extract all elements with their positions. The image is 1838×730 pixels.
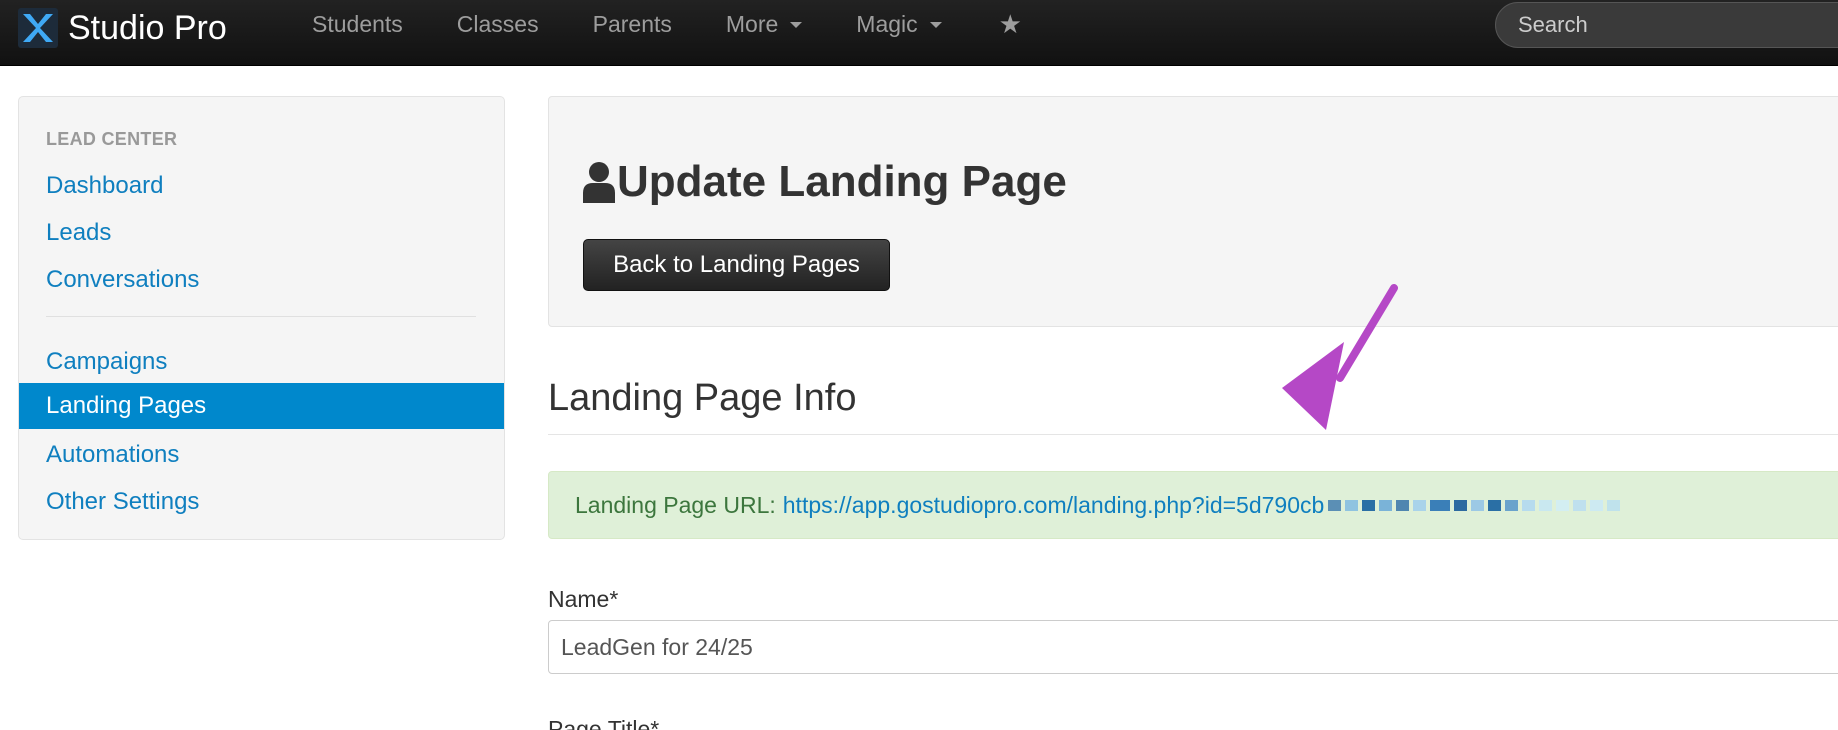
nav-parents[interactable]: Parents [593, 11, 672, 38]
section-title: Landing Page Info [548, 377, 857, 419]
star-icon[interactable]: ★ [999, 9, 1022, 40]
nav-magic-dropdown[interactable]: Magic [856, 10, 942, 38]
nav-classes[interactable]: Classes [457, 11, 539, 38]
nav-label: Students [312, 10, 403, 37]
caret-down-icon [929, 22, 942, 28]
brand-name: Studio Pro [68, 8, 227, 47]
nav-label: Classes [456, 10, 539, 37]
name-input[interactable] [548, 620, 1838, 674]
sidebar-divider [46, 316, 476, 317]
search-input[interactable] [1495, 2, 1838, 48]
landing-page-url-alert: Landing Page URL: https://app.gostudiopr… [548, 471, 1838, 539]
brand-logo-link[interactable]: Studio Pro [18, 4, 227, 52]
sidebar-item-dashboard[interactable]: Dashboard [19, 163, 504, 209]
url-label: Landing Page URL: [575, 491, 776, 518]
sidebar-header: LEAD CENTER [46, 129, 178, 149]
name-label: Name* [548, 586, 619, 612]
nav-label: Magic [856, 10, 918, 37]
sidebar-item-campaigns[interactable]: Campaigns [19, 339, 504, 385]
nav-label: Parents [592, 10, 672, 37]
page-title: Update Landing Page [583, 157, 1067, 207]
sidebar-item-automations[interactable]: Automations [19, 432, 504, 478]
page-title-text: Update Landing Page [617, 157, 1067, 206]
back-to-landing-pages-button[interactable]: Back to Landing Pages [583, 239, 890, 291]
navbar: Studio Pro Students Classes Parents More… [0, 0, 1838, 66]
sidebar-item-conversations[interactable]: Conversations [19, 257, 504, 303]
caret-down-icon [790, 22, 803, 28]
nav-label: More [725, 10, 779, 37]
sidebar: LEAD CENTER Dashboard Leads Conversation… [18, 96, 505, 540]
studio-pro-logo-icon [18, 8, 58, 48]
section-divider [548, 434, 1838, 435]
nav-students[interactable]: Students [312, 11, 403, 38]
page-header-well: Update Landing Page Back to Landing Page… [548, 96, 1838, 327]
nav-more-dropdown[interactable]: More [725, 10, 803, 38]
page-title-label: Page Title* [548, 716, 660, 730]
sidebar-item-other-settings[interactable]: Other Settings [19, 479, 504, 525]
redacted-url-blur [1328, 499, 1624, 511]
sidebar-item-leads[interactable]: Leads [19, 210, 504, 256]
landing-page-url-link[interactable]: https://app.gostudiopro.com/landing.php?… [783, 492, 1325, 519]
user-icon [583, 162, 615, 203]
main-nav: Students Classes Parents More Magic ★ [285, 0, 1022, 48]
annotation-arrow-icon [1282, 284, 1398, 430]
sidebar-item-landing-pages[interactable]: Landing Pages [19, 383, 504, 429]
